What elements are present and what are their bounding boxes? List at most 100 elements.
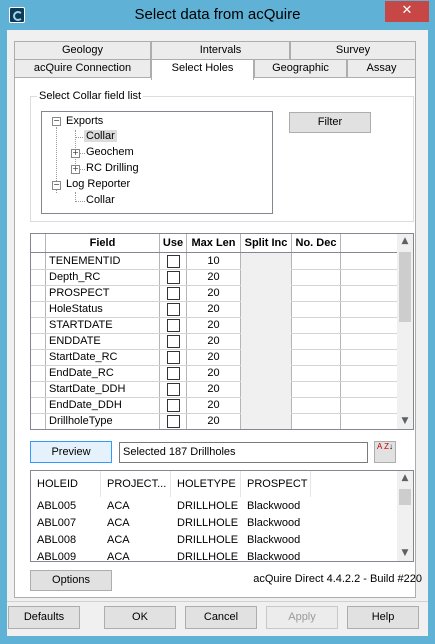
table-row[interactable]: PROSPECT 20: [31, 285, 397, 302]
scroll-up-icon[interactable]: ▲: [397, 473, 413, 483]
field-cell[interactable]: EndDate_RC: [49, 365, 157, 381]
split-inc-cell[interactable]: [241, 413, 291, 429]
no-dec-cell[interactable]: [292, 285, 340, 301]
split-inc-cell[interactable]: [241, 253, 291, 269]
no-dec-cell[interactable]: [292, 253, 340, 269]
list-scrollbar[interactable]: ▲ ▼: [397, 471, 413, 561]
expand-icon[interactable]: +: [71, 165, 80, 174]
help-button[interactable]: Help: [347, 606, 419, 629]
collapse-icon[interactable]: −: [52, 181, 61, 190]
table-row[interactable]: ENDDATE 20: [31, 333, 397, 350]
expand-icon[interactable]: +: [71, 149, 80, 158]
table-row[interactable]: Depth_RC 20: [31, 269, 397, 286]
ok-button[interactable]: OK: [104, 606, 176, 629]
tree-item-collar-selected[interactable]: Collar: [84, 130, 117, 142]
options-button[interactable]: Options: [30, 570, 112, 591]
table-row[interactable]: EndDate_RC 20: [31, 365, 397, 382]
field-cell[interactable]: Depth_RC: [49, 269, 157, 285]
scroll-thumb[interactable]: [399, 252, 411, 322]
list-header-prospect[interactable]: PROSPECT: [241, 471, 311, 497]
max-len-cell[interactable]: 20: [187, 397, 240, 413]
use-column-header[interactable]: Use: [160, 234, 186, 252]
max-len-cell[interactable]: 20: [187, 349, 240, 365]
split-inc-cell[interactable]: [241, 333, 291, 349]
no-dec-cell[interactable]: [292, 317, 340, 333]
tab-survey[interactable]: Survey: [290, 41, 416, 59]
split-inc-cell[interactable]: [241, 317, 291, 333]
field-grid[interactable]: Field Use Max Len Split Inc No. Dec TENE…: [30, 233, 414, 430]
split-inc-cell[interactable]: [241, 269, 291, 285]
field-cell[interactable]: TENEMENTID: [49, 253, 157, 269]
list-header-holetype[interactable]: HOLETYPE: [171, 471, 241, 497]
table-row[interactable]: HoleStatus 20: [31, 301, 397, 318]
no-dec-cell[interactable]: [292, 269, 340, 285]
collar-tree[interactable]: − Exports Collar + Geochem + RC Drilling…: [41, 111, 273, 214]
max-len-cell[interactable]: 20: [187, 317, 240, 333]
tree-item-exports[interactable]: Exports: [66, 115, 103, 127]
field-cell[interactable]: DrillholeType: [49, 413, 157, 429]
cancel-button[interactable]: Cancel: [185, 606, 257, 629]
split-inc-cell[interactable]: [241, 301, 291, 317]
scroll-thumb[interactable]: [399, 489, 411, 505]
tab-acquire-connection[interactable]: acQuire Connection: [14, 59, 151, 77]
use-checkbox[interactable]: [167, 367, 180, 380]
use-checkbox[interactable]: [167, 383, 180, 396]
use-checkbox[interactable]: [167, 271, 180, 284]
split-inc-cell[interactable]: [241, 349, 291, 365]
field-cell[interactable]: PROSPECT: [49, 285, 157, 301]
tab-geology[interactable]: Geology: [14, 41, 151, 59]
no-dec-cell[interactable]: [292, 301, 340, 317]
tree-item-collar[interactable]: Collar: [86, 194, 115, 206]
tab-geographic[interactable]: Geographic: [254, 59, 347, 77]
table-row[interactable]: DrillholeType 20: [31, 413, 397, 429]
list-item[interactable]: ABL009 ACA DRILLHOLE Blackwood: [31, 549, 397, 561]
scroll-up-icon[interactable]: ▲: [397, 236, 413, 246]
split-inc-column-header[interactable]: Split Inc: [241, 234, 291, 252]
use-checkbox[interactable]: [167, 319, 180, 332]
list-item[interactable]: ABL008 ACA DRILLHOLE Blackwood: [31, 532, 397, 549]
tab-select-holes[interactable]: Select Holes: [151, 59, 254, 80]
table-row[interactable]: StartDate_RC 20: [31, 349, 397, 366]
max-len-cell[interactable]: 20: [187, 413, 240, 429]
list-header-holeid[interactable]: HOLEID: [31, 471, 101, 497]
preview-button[interactable]: Preview: [30, 441, 112, 463]
table-row[interactable]: StartDate_DDH 20: [31, 381, 397, 398]
max-len-cell[interactable]: 20: [187, 301, 240, 317]
tree-item-rc-drilling[interactable]: RC Drilling: [86, 162, 139, 174]
max-len-cell[interactable]: 20: [187, 333, 240, 349]
max-len-cell[interactable]: 10: [187, 253, 240, 269]
table-row[interactable]: EndDate_DDH 20: [31, 397, 397, 414]
list-item[interactable]: ABL005 ACA DRILLHOLE Blackwood: [31, 498, 397, 515]
use-checkbox[interactable]: [167, 255, 180, 268]
scroll-down-icon[interactable]: ▼: [397, 548, 413, 558]
table-row[interactable]: STARTDATE 20: [31, 317, 397, 334]
field-cell[interactable]: StartDate_DDH: [49, 381, 157, 397]
tree-item-geochem[interactable]: Geochem: [86, 146, 134, 158]
no-dec-cell[interactable]: [292, 333, 340, 349]
use-checkbox[interactable]: [167, 415, 180, 428]
field-column-header[interactable]: Field: [46, 234, 159, 252]
field-cell[interactable]: HoleStatus: [49, 301, 157, 317]
split-inc-cell[interactable]: [241, 381, 291, 397]
use-checkbox[interactable]: [167, 303, 180, 316]
list-item[interactable]: ABL007 ACA DRILLHOLE Blackwood: [31, 515, 397, 532]
list-header-project[interactable]: PROJECT...: [101, 471, 171, 497]
table-row[interactable]: TENEMENTID 10: [31, 253, 397, 270]
apply-button[interactable]: Apply: [266, 606, 338, 629]
use-checkbox[interactable]: [167, 399, 180, 412]
holes-list[interactable]: HOLEID PROJECT... HOLETYPE PROSPECT ABL0…: [30, 470, 414, 562]
no-dec-cell[interactable]: [292, 365, 340, 381]
sort-az-icon[interactable]: A Z↓: [374, 441, 396, 463]
field-cell[interactable]: StartDate_RC: [49, 349, 157, 365]
no-dec-cell[interactable]: [292, 413, 340, 429]
no-dec-cell[interactable]: [292, 381, 340, 397]
field-cell[interactable]: STARTDATE: [49, 317, 157, 333]
max-len-cell[interactable]: 20: [187, 285, 240, 301]
no-dec-cell[interactable]: [292, 397, 340, 413]
scroll-down-icon[interactable]: ▼: [397, 416, 413, 426]
no-dec-cell[interactable]: [292, 349, 340, 365]
defaults-button[interactable]: Defaults: [8, 606, 80, 629]
collapse-icon[interactable]: −: [52, 117, 61, 126]
max-len-cell[interactable]: 20: [187, 381, 240, 397]
split-inc-cell[interactable]: [241, 285, 291, 301]
